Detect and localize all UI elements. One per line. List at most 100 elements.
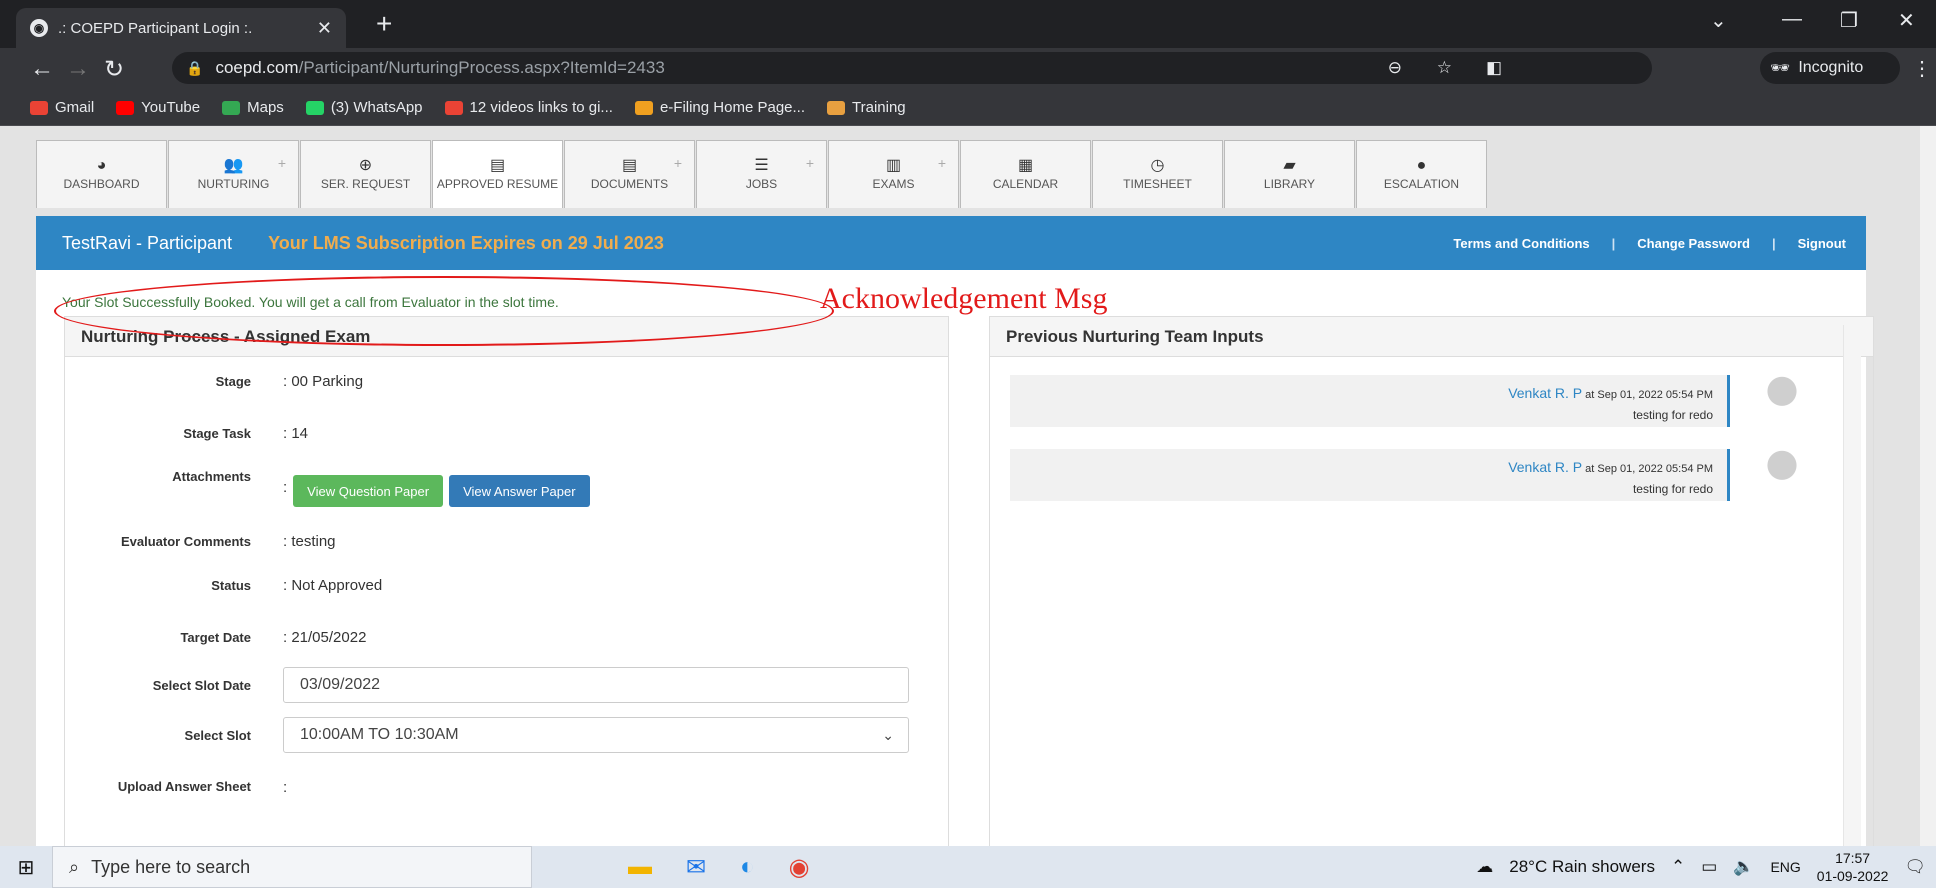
avatar [1750, 441, 1814, 505]
nav-tab-label: DOCUMENTS [590, 177, 669, 191]
signout-link[interactable]: Signout [1798, 236, 1846, 251]
content-area: Your Slot Successfully Booked. You will … [36, 270, 1874, 876]
comment-author[interactable]: Venkat R. P [1508, 459, 1582, 475]
clock[interactable]: 17:57 01-09-2022 [1817, 849, 1889, 885]
stage-task-value: : 14 [283, 425, 309, 442]
star-icon[interactable]: ☆ [1437, 58, 1452, 78]
nav-tab-timesheet[interactable]: ◷ TIMESHEET [1092, 140, 1223, 208]
incognito-icon: 🕶 [1770, 60, 1791, 77]
incognito-badge[interactable]: 🕶 Incognito [1760, 52, 1900, 84]
file-icon: ▤ [489, 157, 506, 174]
attachments-colon: : [283, 479, 288, 496]
change-password-link[interactable]: Change Password [1637, 236, 1750, 251]
slot-label: Select Slot [184, 727, 251, 743]
attachments-label: Attachments [172, 469, 251, 484]
nav-tab-label: APPROVED RESUME [436, 177, 559, 191]
bookmark-item[interactable]: Training [827, 99, 906, 116]
comment-text: testing for redo [1632, 408, 1713, 422]
reload-button[interactable]: ↻ [96, 55, 132, 84]
edge-icon[interactable]: ◐ [740, 853, 755, 882]
forward-button[interactable]: → [60, 55, 96, 83]
nav-tab-approved-resume[interactable]: ▤ APPROVED RESUME [432, 140, 563, 208]
slot-select[interactable]: 10:00AM TO 10:30AM ⌄ [283, 717, 909, 753]
bookmark-label: e-Filing Home Page... [659, 99, 806, 116]
nav-tab-label: ESCALATION [1383, 177, 1460, 191]
chrome-icon[interactable]: ◉ [789, 853, 810, 882]
nav-tab-documents[interactable]: ▤ DOCUMENTS + [564, 140, 695, 208]
slot-date-input[interactable]: 03/09/2022 [283, 667, 909, 703]
target-date-value: : 21/05/2022 [283, 629, 367, 646]
lifebuoy-icon: ⊕ [358, 157, 373, 174]
lock-icon: 🔒 [186, 59, 204, 76]
bookmark-item[interactable]: 12 videos links to gi... [444, 99, 613, 116]
nav-tab-label: NURTURING [197, 177, 270, 191]
file-explorer-icon[interactable]: ▬ [628, 853, 652, 882]
comment-item: Venkat R. P at Sep 01, 2022 05:54 PM tes… [1010, 449, 1730, 501]
dashboard-icon: ◕ [96, 157, 107, 174]
new-tab-button[interactable]: + [376, 8, 392, 40]
side-panel-icon[interactable]: ◧ [1486, 58, 1502, 78]
bookmark-item[interactable]: Maps [222, 99, 284, 116]
nav-tab-escalation[interactable]: ● ESCALATION [1356, 140, 1487, 208]
windows-start-icon[interactable]: ⊞ [0, 855, 52, 880]
close-tab-icon[interactable]: ✕ [317, 18, 332, 39]
zoom-icon[interactable]: ⊖ [1388, 58, 1402, 78]
chevron-down-icon: ⌄ [882, 726, 894, 743]
stage-label: Stage [215, 374, 251, 389]
restore-button[interactable]: ❐ [1840, 8, 1858, 33]
tab-search-icon[interactable]: ⌄ [1710, 8, 1727, 33]
taskbar-search[interactable]: ⌕ Type here to search [52, 846, 532, 888]
clock-icon: ◷ [1150, 157, 1165, 174]
url-path: /Participant/NurturingProcess.aspx?ItemI… [298, 58, 665, 77]
target-date-row: Target Date : 21/05/2022 [65, 629, 366, 646]
comment-author[interactable]: Venkat R. P [1508, 385, 1582, 401]
nav-tab-dashboard[interactable]: ◕ DASHBOARD [36, 140, 167, 208]
bookmark-item[interactable]: (3) WhatsApp [305, 99, 423, 116]
book-icon: ▰ [1283, 157, 1296, 174]
page-scrollbar[interactable] [1920, 126, 1936, 846]
browser-tab[interactable]: ◉ .: COEPD Participant Login :. ✕ [16, 8, 346, 48]
url-bar[interactable]: 🔒 coepd.com/Participant/NurturingProcess… [172, 52, 1652, 84]
notification-icon[interactable]: 🗨 [1904, 857, 1926, 877]
nav-tab-library[interactable]: ▰ LIBRARY [1224, 140, 1355, 208]
youtube-icon [116, 100, 135, 115]
calendar-icon: ▦ [1017, 157, 1034, 174]
back-button[interactable]: ← [24, 55, 60, 83]
network-icon[interactable]: ▭ [1701, 857, 1717, 877]
attachments-row: Attachments : View Question Paper View A… [65, 469, 590, 507]
view-question-paper-button[interactable]: View Question Paper [293, 475, 444, 507]
bookmark-item[interactable]: Gmail [30, 99, 94, 116]
search-icon: ⌕ [69, 856, 80, 877]
assigned-exam-panel: Nurturing Process - Assigned Exam Stage … [64, 316, 949, 876]
view-answer-paper-button[interactable]: View Answer Paper [449, 475, 590, 507]
menu-icon[interactable]: ⋮ [1912, 56, 1932, 81]
volume-icon[interactable]: 🔈 [1733, 857, 1754, 877]
search-placeholder: Type here to search [91, 856, 251, 877]
language-indicator[interactable]: ENG [1770, 859, 1800, 875]
close-window-button[interactable]: ✕ [1898, 8, 1915, 33]
mail-icon[interactable]: ✉ [686, 853, 706, 882]
clock-date: 01-09-2022 [1816, 868, 1889, 884]
terms-link[interactable]: Terms and Conditions [1453, 236, 1589, 251]
alert-icon: ● [1416, 157, 1427, 174]
slot-date-value: 03/09/2022 [300, 676, 381, 693]
bookmark-item[interactable]: YouTube [116, 99, 200, 116]
nav-tab-jobs[interactable]: ☰ JOBS + [696, 140, 827, 208]
bookmark-item[interactable]: e-Filing Home Page... [634, 99, 806, 116]
chevron-up-icon[interactable]: ⌃ [1671, 857, 1685, 877]
upload-row: Upload Answer Sheet : [65, 779, 287, 796]
plus-icon: + [937, 155, 946, 171]
weather-text[interactable]: 28°C Rain showers [1509, 857, 1655, 877]
minimize-button[interactable]: — [1782, 8, 1802, 31]
nav-tab-calendar[interactable]: ▦ CALENDAR [960, 140, 1091, 208]
tab-title: .: COEPD Participant Login :. [58, 19, 253, 37]
nav-tab-exams[interactable]: ▥ EXAMS + [828, 140, 959, 208]
nav-tab-ser-request[interactable]: ⊕ SER. REQUEST [300, 140, 431, 208]
nav-tab-nurturing[interactable]: 👥 NURTURING + [168, 140, 299, 208]
whatsapp-icon [305, 100, 324, 115]
nav-tab-label: LIBRARY [1263, 177, 1316, 191]
comments-scrollbar[interactable] [1843, 325, 1861, 865]
user-name: TestRavi - Participant [62, 232, 233, 253]
separator: | [1611, 235, 1616, 251]
plus-icon: + [805, 155, 814, 171]
